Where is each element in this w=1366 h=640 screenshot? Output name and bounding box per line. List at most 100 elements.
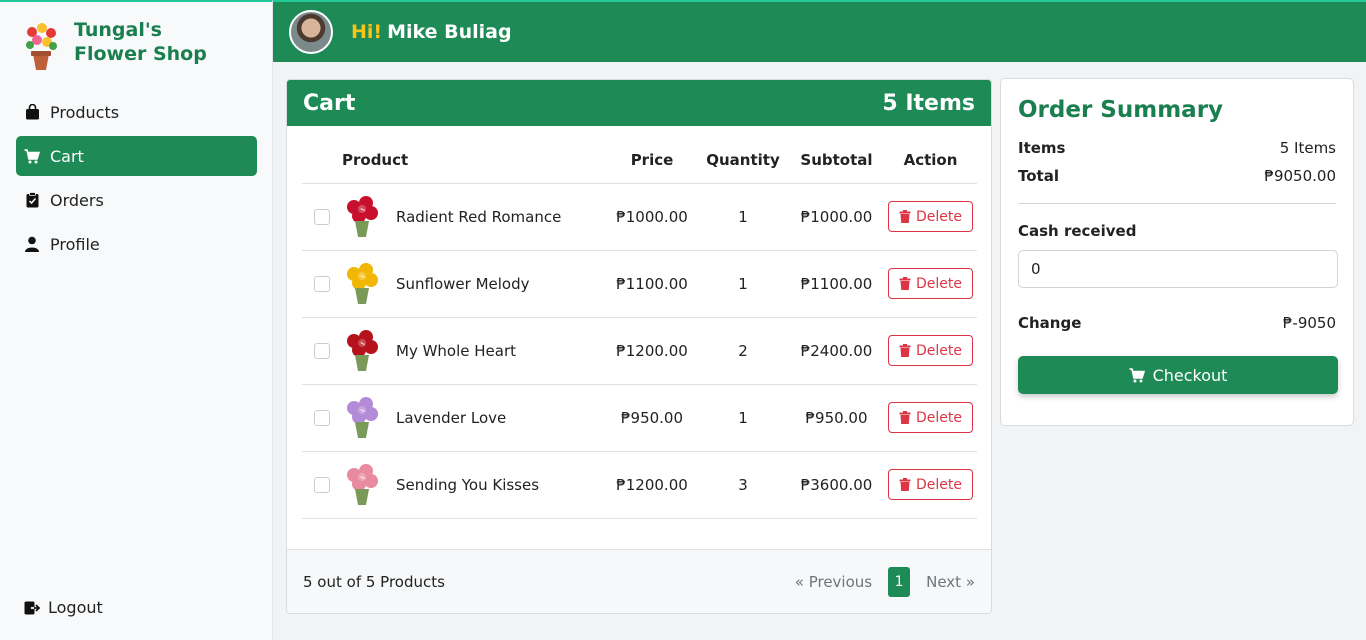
person-icon — [24, 236, 40, 252]
row-checkbox[interactable] — [314, 276, 330, 292]
table-row: Radient Red Romance ₱1000.00 1 ₱1000.00 … — [302, 183, 977, 251]
cart-icon — [24, 148, 40, 164]
subtotal-cell: ₱950.00 — [789, 384, 884, 452]
table-header-row: Product Price Quantity Subtotal Action — [302, 138, 977, 184]
select-cell — [302, 451, 342, 519]
user-name: Mike Buliag — [387, 21, 512, 43]
logout-button[interactable]: Logout — [24, 598, 103, 617]
quantity-cell: 1 — [697, 183, 789, 251]
row-checkbox[interactable] — [314, 410, 330, 426]
flower-pot-logo-icon — [22, 20, 60, 74]
delete-label: Delete — [916, 208, 962, 225]
select-cell — [302, 250, 342, 318]
product-column-header: Product — [342, 138, 607, 184]
bouquet-image — [342, 260, 382, 308]
trash-icon — [899, 344, 911, 357]
row-checkbox[interactable] — [314, 209, 330, 225]
product-cell: My Whole Heart — [342, 317, 607, 385]
trash-icon — [899, 411, 911, 424]
cart-title: Cart — [303, 90, 356, 116]
trash-icon — [899, 210, 911, 223]
sidebar-item-label: Orders — [50, 190, 104, 210]
delete-button[interactable]: Delete — [888, 268, 973, 299]
price-column-header: Price — [607, 138, 697, 184]
bouquet-image — [342, 193, 382, 241]
select-cell — [302, 183, 342, 251]
brand-line1: Tungal's — [74, 19, 162, 41]
clipboard-icon — [24, 192, 40, 208]
change-label: Change — [1018, 314, 1082, 332]
cash-received-label: Cash received — [1018, 222, 1137, 240]
quantity-cell: 1 — [697, 250, 789, 318]
order-summary-title: Order Summary — [1018, 97, 1224, 123]
total-row: Total ₱9050.00 — [1018, 167, 1336, 185]
select-cell — [302, 317, 342, 385]
select-cell — [302, 384, 342, 452]
sidebar-item-label: Products — [50, 102, 120, 122]
price-cell: ₱1100.00 — [607, 250, 697, 318]
bouquet-image — [342, 394, 382, 442]
product-name[interactable]: Radient Red Romance — [396, 208, 561, 226]
row-checkbox[interactable] — [314, 477, 330, 493]
change-value: ₱-9050 — [1282, 314, 1336, 332]
items-value: 5 Items — [1279, 139, 1336, 157]
delete-button[interactable]: Delete — [888, 335, 973, 366]
action-cell: Delete — [884, 317, 977, 385]
page-1-button[interactable]: 1 — [888, 566, 911, 597]
sidebar-nav: Products Cart Orders Profile — [16, 92, 257, 268]
action-cell: Delete — [884, 183, 977, 251]
price-cell: ₱1000.00 — [607, 183, 697, 251]
trash-icon — [899, 277, 911, 290]
row-checkbox[interactable] — [314, 343, 330, 359]
price-cell: ₱1200.00 — [607, 451, 697, 519]
quantity-cell: 1 — [697, 384, 789, 452]
table-row: Sending You Kisses ₱1200.00 3 ₱3600.00 D… — [302, 451, 977, 519]
brand[interactable]: Tungal's Flower Shop — [22, 18, 207, 74]
sidebar-item-products[interactable]: Products — [16, 92, 257, 132]
product-name[interactable]: Lavender Love — [396, 409, 506, 427]
delete-button[interactable]: Delete — [888, 201, 973, 232]
quantity-cell: 2 — [697, 317, 789, 385]
cash-received-input[interactable] — [1018, 250, 1338, 288]
subtotal-cell: ₱3600.00 — [789, 451, 884, 519]
product-name[interactable]: Sending You Kisses — [396, 476, 539, 494]
quantity-column-header: Quantity — [697, 138, 789, 184]
products-count-text: 5 out of 5 Products — [303, 572, 445, 591]
subtotal-cell: ₱1000.00 — [789, 183, 884, 251]
delete-button[interactable]: Delete — [888, 469, 973, 500]
subtotal-cell: ₱2400.00 — [789, 317, 884, 385]
greeting-hi: Hi! — [351, 21, 383, 43]
action-column-header: Action — [884, 138, 977, 184]
delete-button[interactable]: Delete — [888, 402, 973, 433]
sidebar-item-profile[interactable]: Profile — [16, 224, 257, 264]
action-cell: Delete — [884, 250, 977, 318]
cart-table-body: Radient Red Romance ₱1000.00 1 ₱1000.00 … — [302, 183, 977, 519]
sidebar-item-orders[interactable]: Orders — [16, 180, 257, 220]
action-cell: Delete — [884, 384, 977, 452]
total-value: ₱9050.00 — [1264, 167, 1336, 185]
product-cell: Sending You Kisses — [342, 451, 607, 519]
select-column-header — [302, 138, 342, 184]
avatar[interactable] — [289, 10, 333, 54]
product-cell: Sunflower Melody — [342, 250, 607, 318]
brand-line2: Flower Shop — [74, 43, 207, 65]
checkout-button[interactable]: Checkout — [1018, 356, 1338, 394]
checkout-label: Checkout — [1152, 365, 1228, 385]
bag-icon — [24, 104, 40, 120]
table-row: My Whole Heart ₱1200.00 2 ₱2400.00 Delet… — [302, 317, 977, 385]
sidebar-item-cart[interactable]: Cart — [16, 136, 257, 176]
product-name[interactable]: My Whole Heart — [396, 342, 516, 360]
summary-divider — [1018, 203, 1336, 204]
previous-page-link[interactable]: « Previous — [795, 573, 872, 591]
delete-label: Delete — [916, 409, 962, 426]
product-name[interactable]: Sunflower Melody — [396, 275, 530, 293]
user-greeting: Hi! Mike Buliag — [351, 21, 512, 43]
order-summary-card: Order Summary Items 5 Items Total ₱9050.… — [1000, 78, 1354, 426]
pagination: « Previous 1 Next » — [795, 566, 975, 597]
table-row: Lavender Love ₱950.00 1 ₱950.00 Delete — [302, 384, 977, 452]
delete-label: Delete — [916, 275, 962, 292]
sidebar: Tungal's Flower Shop Products Cart Order… — [0, 0, 273, 640]
product-cell: Radient Red Romance — [342, 183, 607, 251]
next-page-link[interactable]: Next » — [926, 573, 975, 591]
cart-item-count: 5 Items — [882, 90, 975, 116]
